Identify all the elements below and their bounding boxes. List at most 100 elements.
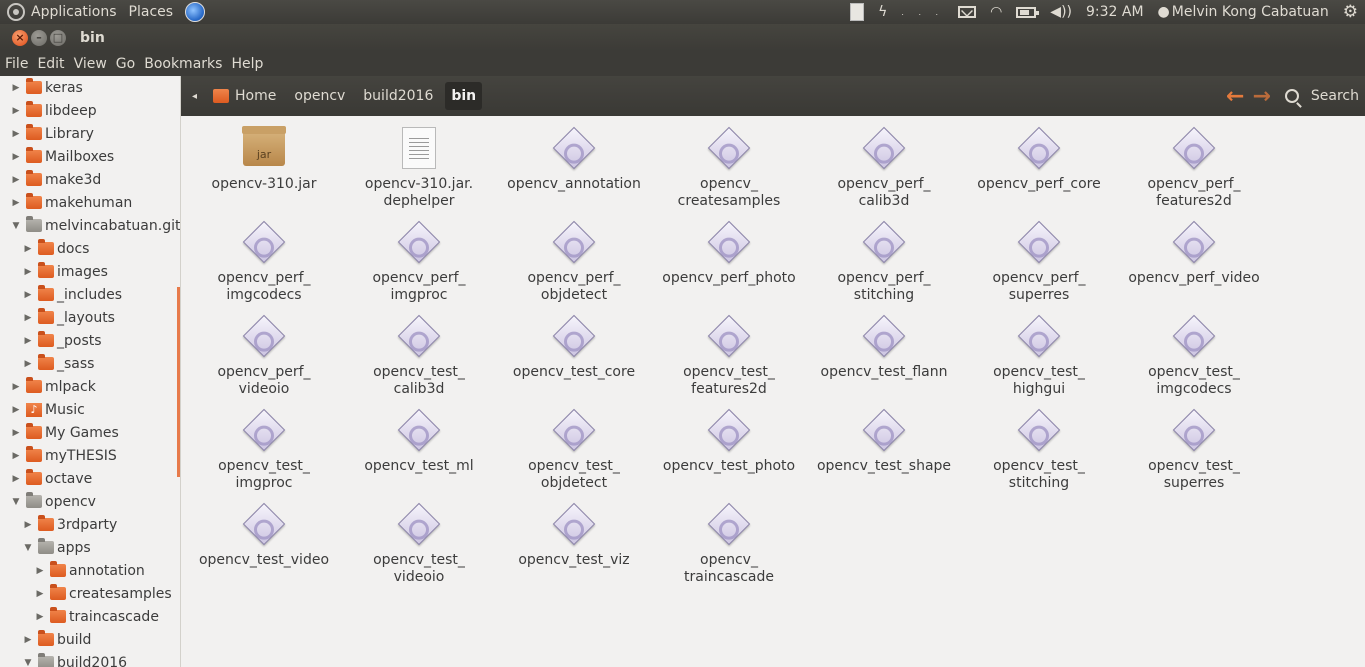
places-menu[interactable]: Places <box>129 4 174 20</box>
sidebar-item[interactable]: ▶ _includes <box>22 283 122 306</box>
sidebar-item[interactable]: ▶ _layouts <box>22 306 115 329</box>
minimize-window-button[interactable]: – <box>31 29 47 46</box>
file-item[interactable]: opencv_perf_ superres <box>964 218 1114 312</box>
sidebar-item[interactable]: ▶ traincascade <box>34 605 159 628</box>
gear-icon[interactable]: ⚙ <box>1343 2 1358 22</box>
document-indicator-icon[interactable] <box>850 3 865 21</box>
expander-right-icon[interactable]: ▶ <box>10 174 22 186</box>
expander-right-icon[interactable]: ▶ <box>22 312 34 324</box>
sidebar-item[interactable]: ▶ build <box>22 628 91 651</box>
sidebar-item[interactable]: ▶ Library <box>10 122 94 145</box>
expander-right-icon[interactable]: ▶ <box>22 519 34 531</box>
file-item[interactable]: opencv_perf_ stitching <box>809 218 959 312</box>
sidebar-item[interactable]: ▶ keras <box>10 76 83 99</box>
sidebar-item[interactable]: ▶ octave <box>10 467 92 490</box>
battery-icon[interactable] <box>1016 6 1040 18</box>
file-item[interactable]: opencv-310.jar. dephelper <box>344 124 494 218</box>
file-item[interactable]: opencv_test_viz <box>499 500 649 594</box>
file-item[interactable]: opencv_test_video <box>189 500 339 594</box>
expander-right-icon[interactable]: ▶ <box>34 611 46 623</box>
file-item[interactable]: opencv_ createsamples <box>654 124 804 218</box>
expander-right-icon[interactable]: ▶ <box>22 634 34 646</box>
sidebar-item[interactable]: ▶ make3d <box>10 168 101 191</box>
sidebar-item[interactable]: ▶ myTHESIS <box>10 444 117 467</box>
file-item[interactable]: opencv_test_ stitching <box>964 406 1114 500</box>
expander-down-icon[interactable]: ▼ <box>10 220 22 232</box>
file-item[interactable]: opencv_test_photo <box>654 406 804 500</box>
sidebar-item[interactable]: ▶ makehuman <box>10 191 132 214</box>
file-item[interactable]: opencv_perf_core <box>964 124 1114 218</box>
expander-right-icon[interactable]: ▶ <box>34 565 46 577</box>
sidebar-scroll-marker[interactable] <box>177 287 180 477</box>
sidebar-item[interactable]: ▶ images <box>22 260 108 283</box>
file-item[interactable]: opencv_test_ features2d <box>654 312 804 406</box>
expander-right-icon[interactable]: ▶ <box>34 588 46 600</box>
ubuntu-logo-icon[interactable] <box>7 3 25 21</box>
maximize-window-button[interactable]: □ <box>50 29 66 46</box>
expander-right-icon[interactable]: ▶ <box>10 450 22 462</box>
file-item[interactable]: opencv_annotation <box>499 124 649 218</box>
file-item[interactable]: opencv_test_shape <box>809 406 959 500</box>
file-item[interactable]: opencv_perf_ calib3d <box>809 124 959 218</box>
sidebar-item[interactable]: ▶ ♪ Music <box>10 398 85 421</box>
expander-right-icon[interactable]: ▶ <box>10 473 22 485</box>
expander-right-icon[interactable]: ▶ <box>10 105 22 117</box>
mail-icon[interactable] <box>958 6 977 18</box>
sidebar-item[interactable]: ▶ createsamples <box>34 582 172 605</box>
file-item[interactable]: opencv_ traincascade <box>654 500 804 594</box>
file-item[interactable]: opencv_test_ videoio <box>344 500 494 594</box>
sidebar-item[interactable]: ▼ apps <box>22 536 91 559</box>
expander-right-icon[interactable]: ▶ <box>22 266 34 278</box>
sidebar-item[interactable]: ▶ libdeep <box>10 99 97 122</box>
crumb-bin[interactable]: bin <box>445 82 483 110</box>
file-item[interactable]: opencv_perf_ imgproc <box>344 218 494 312</box>
file-item[interactable]: opencv_test_ml <box>344 406 494 500</box>
menu-file[interactable]: File <box>5 56 28 72</box>
menu-edit[interactable]: Edit <box>37 56 64 72</box>
lightning-indicator-icon[interactable]: ϟ <box>878 4 887 20</box>
network-activity-icon[interactable]: . . . <box>901 8 944 17</box>
expander-right-icon[interactable]: ▶ <box>10 381 22 393</box>
expander-right-icon[interactable]: ▶ <box>10 128 22 140</box>
sidebar-item[interactable]: ▼ melvincabatuan.gith <box>10 214 180 237</box>
browser-globe-icon[interactable] <box>185 2 206 22</box>
expander-right-icon[interactable]: ▶ <box>22 335 34 347</box>
file-item[interactable]: opencv_test_ imgcodecs <box>1119 312 1269 406</box>
sidebar-item[interactable]: ▶ My Games <box>10 421 119 444</box>
file-item[interactable]: opencv_test_ superres <box>1119 406 1269 500</box>
expander-right-icon[interactable]: ▶ <box>22 289 34 301</box>
sidebar-item[interactable]: ▶ docs <box>22 237 89 260</box>
file-item[interactable]: opencv_test_ highgui <box>964 312 1114 406</box>
sidebar-item[interactable]: ▼ build2016 <box>22 651 127 667</box>
wifi-icon[interactable]: ◠ <box>990 4 1002 20</box>
sidebar-item[interactable]: ▶ annotation <box>34 559 145 582</box>
menu-go[interactable]: Go <box>116 56 135 72</box>
expander-right-icon[interactable]: ▶ <box>10 427 22 439</box>
close-window-button[interactable]: × <box>12 29 28 46</box>
sidebar-item[interactable]: ▼ opencv <box>10 490 96 513</box>
search-button[interactable]: Search <box>1311 88 1359 104</box>
file-item[interactable]: opencv_perf_photo <box>654 218 804 312</box>
sidebar-item[interactable]: ▶ mlpack <box>10 375 96 398</box>
file-item[interactable]: opencv_test_ imgproc <box>189 406 339 500</box>
expander-right-icon[interactable]: ▶ <box>22 243 34 255</box>
volume-icon[interactable]: ◀)) <box>1050 4 1072 20</box>
menu-view[interactable]: View <box>74 56 107 72</box>
file-item[interactable]: opencv_perf_ imgcodecs <box>189 218 339 312</box>
file-item[interactable]: opencv_test_core <box>499 312 649 406</box>
file-item[interactable]: jar opencv-310.jar <box>189 124 339 218</box>
expander-down-icon[interactable]: ▼ <box>22 657 34 667</box>
expander-down-icon[interactable]: ▼ <box>10 496 22 508</box>
crumb-home[interactable]: Home <box>235 88 276 104</box>
crumb-scroll-left-icon[interactable]: ◂ <box>192 91 197 102</box>
menu-bookmarks[interactable]: Bookmarks <box>144 56 222 72</box>
file-item[interactable]: opencv_test_ calib3d <box>344 312 494 406</box>
expander-right-icon[interactable]: ▶ <box>10 151 22 163</box>
applications-menu[interactable]: Applications <box>31 4 117 20</box>
file-item[interactable]: opencv_perf_ features2d <box>1119 124 1269 218</box>
sidebar-item[interactable]: ▶ 3rdparty <box>22 513 117 536</box>
back-arrow-icon[interactable]: ← <box>1226 84 1244 109</box>
forward-arrow-icon[interactable]: → <box>1252 84 1270 109</box>
crumb-opencv[interactable]: opencv <box>294 88 345 104</box>
sidebar-item[interactable]: ▶ Mailboxes <box>10 145 114 168</box>
